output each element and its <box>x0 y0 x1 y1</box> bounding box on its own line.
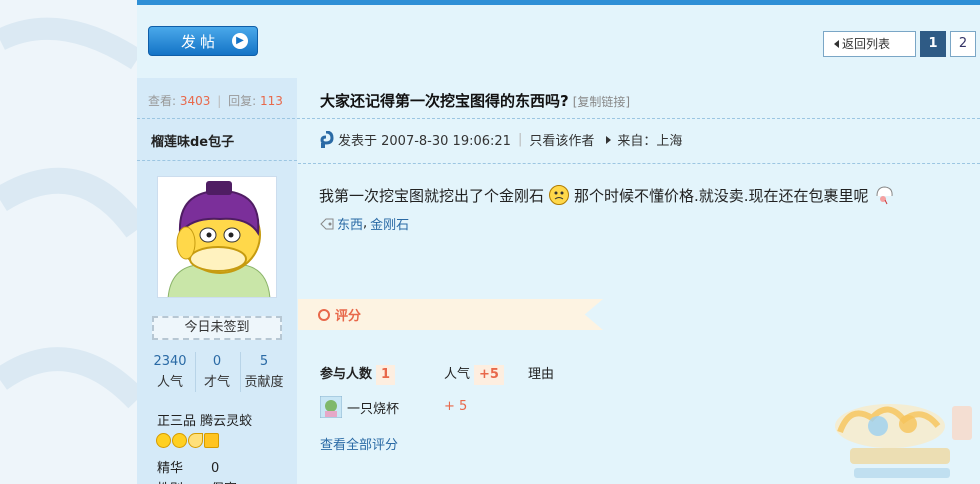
post-meta: 发表于 2007-8-30 19:06:21 | 只看该作者 来自：上海 <box>318 130 682 149</box>
thread-title-text: 大家还记得第一次挖宝图得的东西吗? <box>320 92 569 110</box>
sweat-smiley-icon <box>876 186 893 205</box>
back-to-list-button[interactable]: 返回列表 <box>823 31 916 57</box>
new-post-label: 发帖 <box>181 32 220 51</box>
caret-left-icon <box>834 40 839 48</box>
stats-divider: | <box>217 94 222 108</box>
meta-divider: | <box>517 132 523 147</box>
post-tags: 东西, 金刚石 <box>320 214 409 233</box>
post-content: 我第一次挖宝图就挖出了个金刚石 那个时候不懂价格.就没卖.现在还在包裹里呢 <box>319 184 899 206</box>
rating-popularity-header: 人气 +5 <box>444 363 504 385</box>
tag-link[interactable]: 东西 <box>337 214 363 233</box>
page-button-1[interactable]: 1 <box>920 31 946 57</box>
talent-label: 才气 <box>203 375 230 390</box>
participants-count: 1 <box>376 365 396 385</box>
stat-divider <box>195 352 196 392</box>
header-divider <box>137 118 980 119</box>
talent-value: 0 <box>212 354 222 369</box>
contribution-label: 贡献度 <box>244 375 284 390</box>
meta-divider-line <box>298 163 980 164</box>
copy-link-button[interactable]: [复制链接] <box>573 95 630 109</box>
author-stat-contribution[interactable]: 5 贡献度 <box>241 352 287 394</box>
psyduck-avatar-image <box>158 177 276 297</box>
rating-participants-header: 参与人数 1 <box>320 363 396 385</box>
essence-value: 0 <box>211 461 220 476</box>
post-text-part2: 那个时候不懂价格.就没卖.现在还在包裹里呢 <box>574 186 869 205</box>
essence-label: 精华 <box>157 461 184 476</box>
author-name-divider <box>137 160 297 161</box>
author-avatar[interactable] <box>157 176 277 298</box>
back-to-list-label: 返回列表 <box>842 37 891 51</box>
view-all-ratings-link[interactable]: 查看全部评分 <box>320 434 398 453</box>
rater-avatar[interactable] <box>320 396 342 418</box>
post-text-part1: 我第一次挖宝图就挖出了个金刚石 <box>319 186 545 205</box>
author-stat-talent[interactable]: 0 才气 <box>198 352 236 394</box>
worried-smiley-icon <box>549 185 570 205</box>
post-timestamp: 发表于 2007-8-30 19:06:21 <box>338 134 511 149</box>
author-stat-popularity[interactable]: 2340 人气 <box>150 352 190 394</box>
new-post-button[interactable]: 发帖 ▶ <box>148 26 258 56</box>
rater-score: + 5 <box>444 399 468 414</box>
star-medal-icon <box>204 433 219 448</box>
views-label: 查看: <box>148 94 177 108</box>
moon-medal-icon <box>188 433 203 448</box>
rating-reason-header: 理由 <box>528 367 555 382</box>
page-button-2[interactable]: 2 <box>950 31 976 57</box>
author-name[interactable]: 榴莲味de包子 <box>151 131 234 150</box>
tag-separator: , <box>363 216 368 231</box>
forum-logo-watermark <box>835 404 972 478</box>
popularity-total: +5 <box>474 365 504 385</box>
top-accent-strip <box>137 0 980 5</box>
post-author-icon <box>320 130 334 148</box>
only-author-link[interactable]: 只看该作者 <box>529 130 594 149</box>
rater-username[interactable]: 一只烧杯 <box>347 398 399 417</box>
rating-section-label: 评分 <box>335 309 362 324</box>
rating-circle-icon <box>318 308 330 321</box>
rating-entry: 一只烧杯 <box>320 396 399 418</box>
replies-count: 113 <box>260 94 283 108</box>
thread-title: 大家还记得第一次挖宝图得的东西吗? [复制链接] <box>320 90 630 111</box>
post-location: 来自：上海 <box>617 134 683 149</box>
popularity-label: 人气 <box>156 375 183 390</box>
medal-row <box>156 433 219 448</box>
checkin-status-button[interactable]: 今日未签到 <box>152 316 282 340</box>
contribution-value: 5 <box>259 354 269 369</box>
author-rank: 正三品 腾云灵蛟 <box>157 414 253 429</box>
replies-label: 回复: <box>228 94 257 108</box>
views-count: 3403 <box>179 94 211 108</box>
popularity-value: 2340 <box>153 354 187 369</box>
chevron-right-icon: ▶ <box>232 33 248 49</box>
participants-label: 参与人数 <box>320 367 373 382</box>
popularity-header-label: 人气 <box>444 367 471 382</box>
thread-stats: 查看: 3403 | 回复: 113 <box>148 92 283 109</box>
author-detail-gender: 性别保密 <box>157 478 237 484</box>
caret-right-icon <box>606 135 612 144</box>
tag-link[interactable]: 金刚石 <box>370 214 409 233</box>
tag-icon <box>320 218 334 229</box>
smiley-medal-icon <box>172 433 187 448</box>
decorative-swirl-background <box>0 17 137 409</box>
smiley-medal-icon <box>156 433 171 448</box>
author-detail-essence: 精华 0 <box>157 457 219 476</box>
rating-section-header: 评分 <box>298 299 603 330</box>
